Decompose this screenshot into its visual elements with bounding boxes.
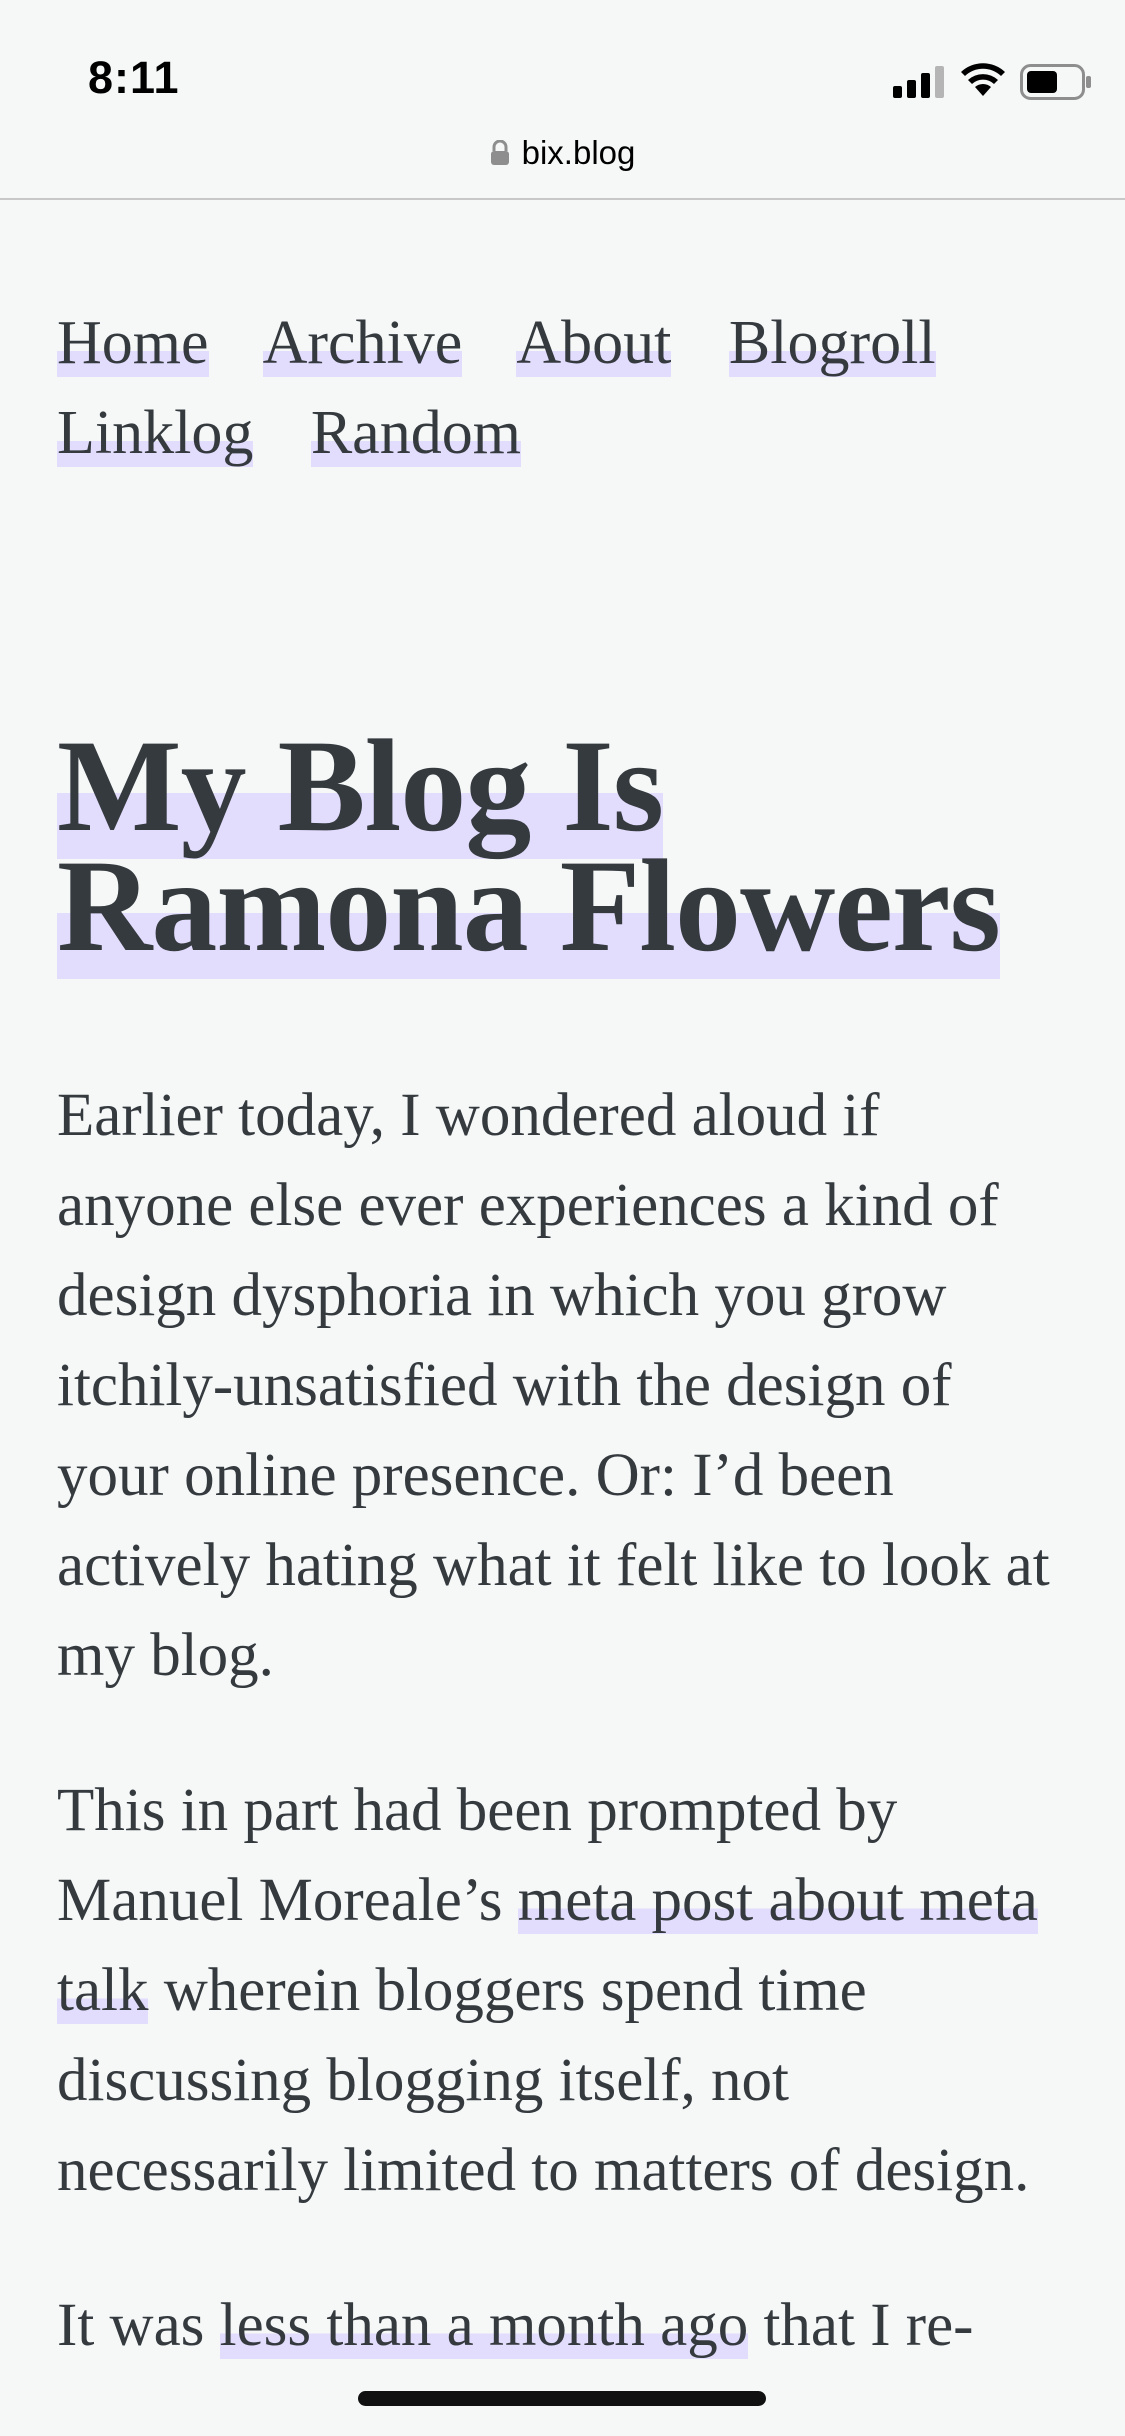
paragraph-text: that I re- (748, 2292, 974, 2359)
nav-link-home[interactable]: Home (57, 309, 209, 377)
nav-link-about[interactable]: About (516, 309, 672, 377)
nav-link-archive[interactable]: Archive (262, 309, 463, 377)
battery-icon (1020, 64, 1091, 100)
site-nav: Home Archive About Blogroll Linklog Rand… (57, 298, 1057, 478)
post-paragraph-2: This in part had been prompted by Manuel… (57, 1766, 1057, 2216)
nav-link-blogroll[interactable]: Blogroll (728, 309, 936, 377)
post-paragraph-3: It was less than a month ago that I re- (57, 2281, 1057, 2371)
nav-link-random[interactable]: Random (310, 399, 521, 467)
url-domain[interactable]: bix.blog (522, 134, 636, 172)
paragraph-text: It was (57, 2292, 220, 2359)
page-content: Home Archive About Blogroll Linklog Rand… (57, 200, 1057, 2371)
less-than-a-month-ago-link[interactable]: less than a month ago (219, 2292, 749, 2359)
home-indicator[interactable] (358, 2391, 766, 2406)
post-paragraph-1: Earlier today, I wondered aloud if anyon… (57, 1082, 1050, 1689)
lock-icon (490, 140, 509, 165)
url-bar[interactable]: bix.blog (0, 128, 1125, 198)
post-title-text[interactable]: My Blog Is Ramona Flowers (57, 712, 1001, 979)
paragraph-text: wherein bloggers spend time discussing b… (57, 1957, 1030, 2204)
cellular-signal-icon (893, 66, 944, 98)
nav-link-linklog[interactable]: Linklog (57, 399, 254, 467)
post-body: Earlier today, I wondered aloud if anyon… (57, 1071, 1057, 2371)
status-time: 8:11 (88, 52, 180, 103)
post-title[interactable]: My Blog Is Ramona Flowers (57, 712, 1057, 979)
wifi-icon (961, 63, 1005, 96)
status-bar: 8:11 (0, 0, 1125, 130)
